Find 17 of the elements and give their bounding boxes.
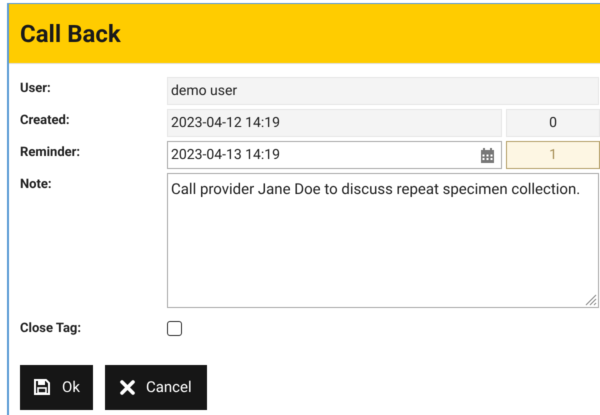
ok-button[interactable]: Ok xyxy=(20,364,93,410)
checkbox[interactable] xyxy=(167,321,182,336)
note-textarea[interactable]: Call provider Jane Doe to discuss repeat specimen collection. xyxy=(167,173,599,308)
resize-handle-icon[interactable] xyxy=(585,294,597,306)
text-field[interactable]: 2023-04-12 14:19 xyxy=(167,109,502,137)
cancel-button[interactable]: Cancel xyxy=(104,364,207,410)
close-icon xyxy=(120,380,135,394)
calendar-icon[interactable] xyxy=(480,148,495,162)
date-field[interactable]: 2023-04-13 14:19 xyxy=(167,141,502,169)
field-label: Reminder: xyxy=(20,144,82,162)
field-label: Created: xyxy=(20,112,71,130)
dialog-title: Call Back xyxy=(20,18,121,50)
field-label: Note: xyxy=(20,176,53,194)
field-label: User: xyxy=(20,80,52,98)
text-field[interactable]: demo user xyxy=(167,77,599,105)
field-label: Close Tag: xyxy=(20,320,82,338)
count-field[interactable]: 0 xyxy=(506,109,600,137)
